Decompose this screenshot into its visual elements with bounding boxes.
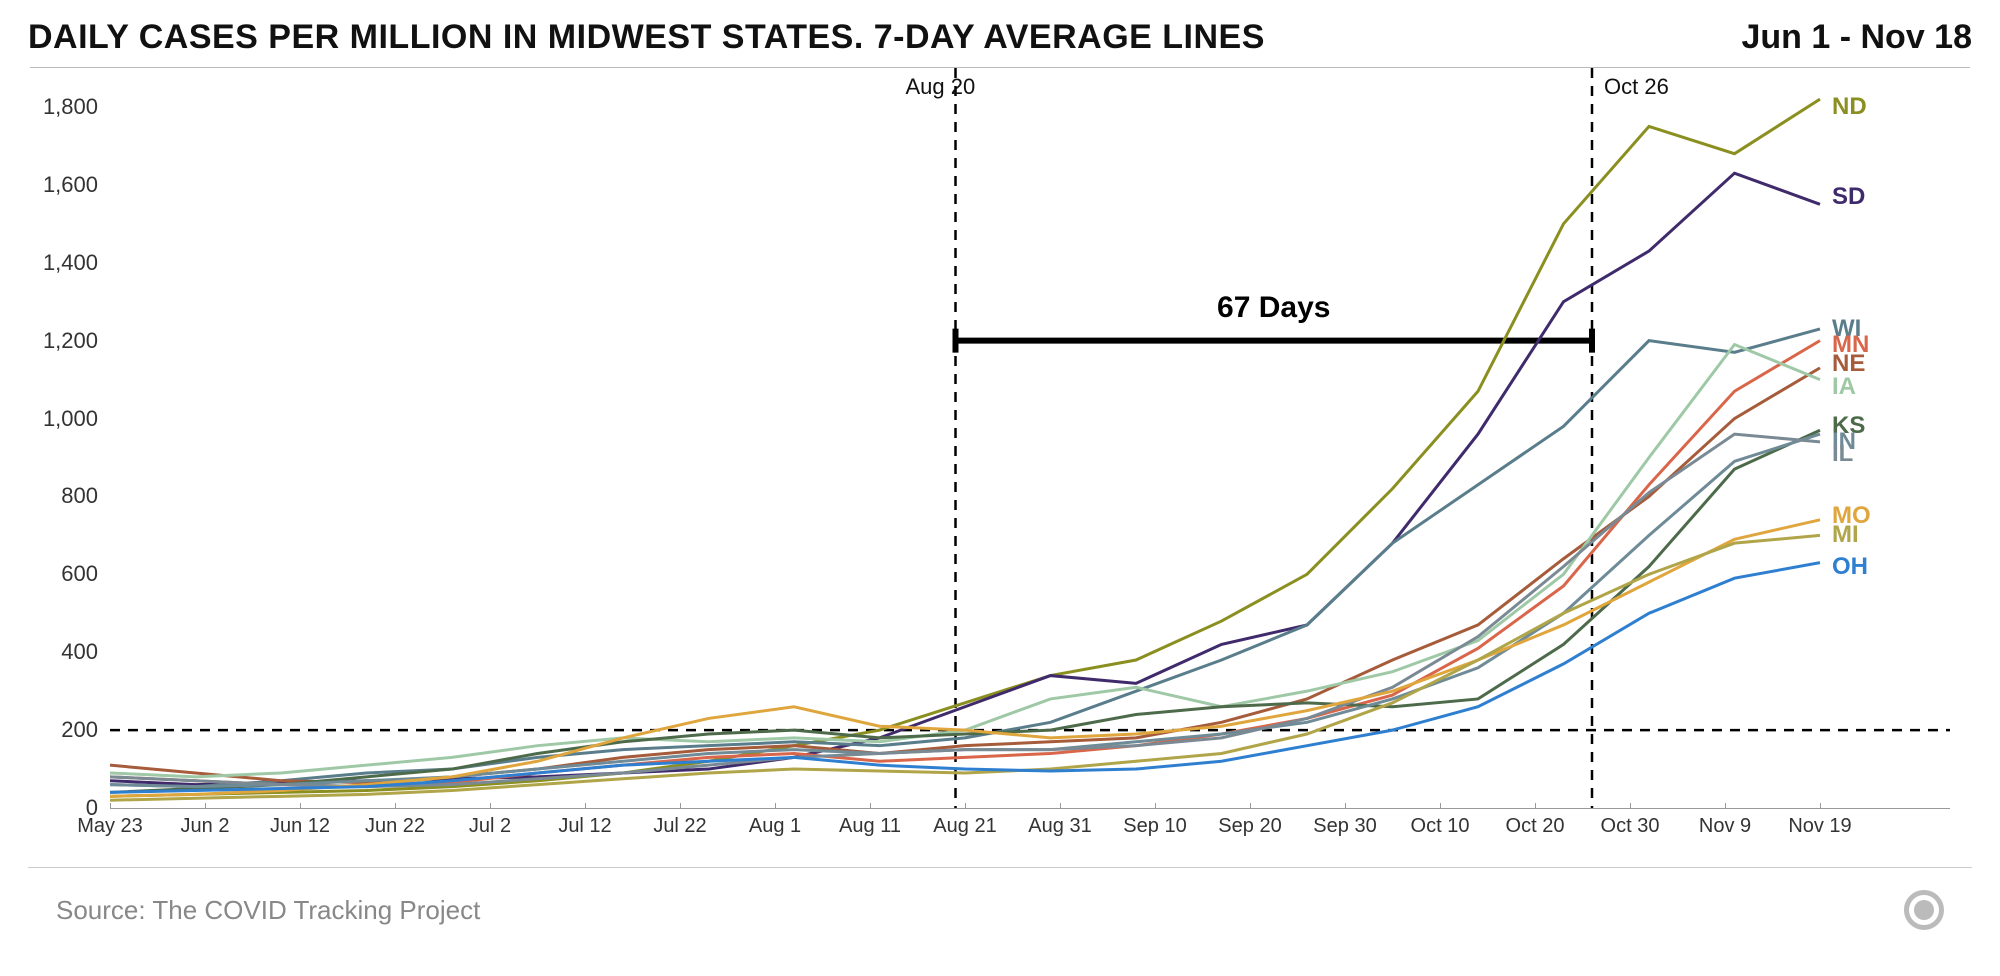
- y-tick: 1,200: [43, 328, 98, 354]
- series-label-MI: MI: [1832, 521, 1859, 549]
- series-label-IL: IL: [1832, 440, 1853, 468]
- y-tick: 1,800: [43, 94, 98, 120]
- chart-title: DAILY CASES PER MILLION IN MIDWEST STATE…: [28, 18, 1265, 57]
- source-text: Source: The COVID Tracking Project: [56, 895, 480, 926]
- x-tick: Nov 9: [1699, 815, 1751, 838]
- x-tick: Aug 1: [749, 815, 801, 838]
- x-axis: May 23Jun 2Jun 12Jun 22Jul 2Jul 12Jul 22…: [110, 808, 1950, 848]
- annotation-label: 67 Days: [1217, 291, 1330, 325]
- annotation-label: Oct 26: [1604, 74, 1669, 100]
- y-tick: 600: [61, 561, 98, 587]
- x-tick: Sep 30: [1313, 815, 1376, 838]
- x-tick: Aug 31: [1028, 815, 1091, 838]
- y-tick: 1,400: [43, 250, 98, 276]
- x-tick: Jun 2: [181, 815, 230, 838]
- x-tick: Oct 20: [1506, 815, 1565, 838]
- series-label-SD: SD: [1832, 183, 1865, 211]
- y-tick: 800: [61, 483, 98, 509]
- y-tick: 200: [61, 717, 98, 743]
- plot-area: Aug 20Oct 2667 Days NDSDWIMNNEIAKSINILMO…: [110, 68, 1950, 808]
- x-tick: Jun 12: [270, 815, 330, 838]
- series-label-IA: IA: [1832, 373, 1856, 401]
- x-tick: Oct 10: [1411, 815, 1470, 838]
- plot-svg: [110, 68, 1950, 808]
- y-axis: 02004006008001,0001,2001,4001,6001,800: [30, 68, 110, 808]
- logo-icon: [1904, 890, 1944, 930]
- x-tick: Aug 11: [839, 815, 901, 838]
- series-IA: [110, 345, 1820, 777]
- series-MO: [110, 520, 1820, 797]
- x-tick: Jul 12: [558, 815, 611, 838]
- annotation-label: Aug 20: [906, 74, 976, 100]
- x-tick: Oct 30: [1601, 815, 1660, 838]
- y-tick: 400: [61, 639, 98, 665]
- y-tick: 1,000: [43, 406, 98, 432]
- x-tick: May 23: [77, 815, 143, 838]
- series-label-OH: OH: [1832, 553, 1868, 581]
- x-tick: Jun 22: [365, 815, 425, 838]
- x-tick: Aug 21: [933, 815, 996, 838]
- chart-header: DAILY CASES PER MILLION IN MIDWEST STATE…: [0, 0, 2000, 67]
- series-SD: [110, 173, 1820, 784]
- chart-area: 02004006008001,0001,2001,4001,6001,800 A…: [30, 67, 1970, 847]
- x-tick: Jul 2: [469, 815, 511, 838]
- x-tick: Sep 20: [1218, 815, 1281, 838]
- series-MN: [110, 341, 1820, 787]
- chart-date-range: Jun 1 - Nov 18: [1741, 18, 1972, 57]
- x-tick: Nov 19: [1788, 815, 1851, 838]
- series-ND: [110, 99, 1820, 796]
- x-tick: Jul 22: [653, 815, 706, 838]
- x-tick: Sep 10: [1123, 815, 1186, 838]
- chart-footer: Source: The COVID Tracking Project: [28, 867, 1972, 930]
- y-tick: 1,600: [43, 172, 98, 198]
- series-label-ND: ND: [1832, 93, 1867, 121]
